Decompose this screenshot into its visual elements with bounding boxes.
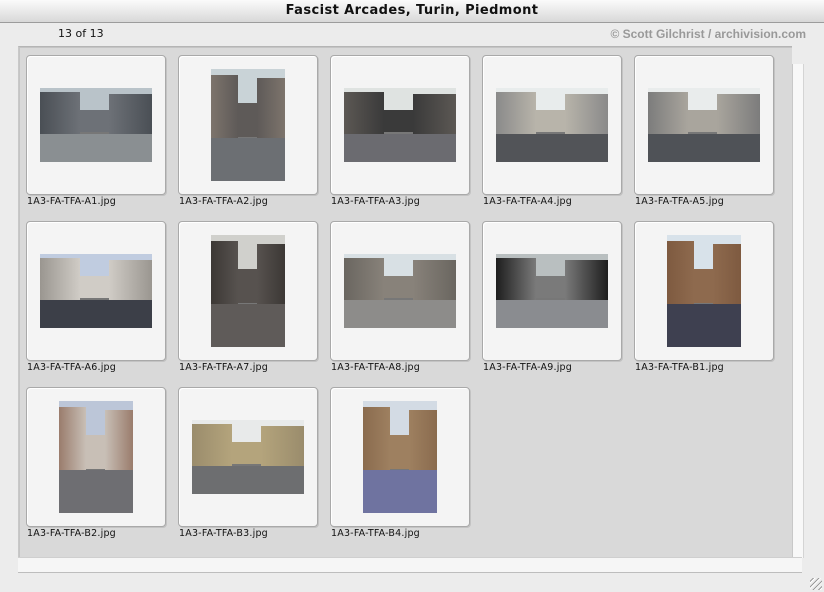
resize-grip-icon[interactable] xyxy=(810,578,822,590)
thumbnail-image[interactable] xyxy=(344,254,456,328)
thumbnail-filename: 1A3-FA-TFA-A7.jpg xyxy=(179,362,269,373)
thumbnail-image[interactable] xyxy=(496,254,608,328)
thumbnail-item[interactable]: 1A3-FA-TFA-A9.jpg xyxy=(482,221,622,385)
window-title: Fascist Arcades, Turin, Piedmont xyxy=(0,0,824,23)
thumbnail-image[interactable] xyxy=(344,88,456,162)
thumbnail-filename: 1A3-FA-TFA-A9.jpg xyxy=(483,362,573,373)
slide-mount[interactable] xyxy=(482,221,622,361)
thumbnail-filename: 1A3-FA-TFA-A8.jpg xyxy=(331,362,421,373)
horizontal-scrollbar[interactable] xyxy=(18,557,802,573)
thumbnail-image[interactable] xyxy=(59,401,133,513)
thumbnail-item[interactable]: 1A3-FA-TFA-A1.jpg xyxy=(26,55,166,219)
thumbnail-item[interactable]: 1A3-FA-TFA-B3.jpg xyxy=(178,387,318,551)
slide-mount[interactable] xyxy=(330,55,470,195)
image-counter: 13 of 13 xyxy=(58,27,104,40)
thumbnail-filename: 1A3-FA-TFA-A2.jpg xyxy=(179,196,269,207)
slide-mount[interactable] xyxy=(330,221,470,361)
thumbnail-filename: 1A3-FA-TFA-A5.jpg xyxy=(635,196,725,207)
slide-mount[interactable] xyxy=(26,387,166,527)
thumbnail-image[interactable] xyxy=(363,401,437,513)
thumbnail-item[interactable]: 1A3-FA-TFA-B1.jpg xyxy=(634,221,774,385)
thumbnail-image[interactable] xyxy=(648,88,760,162)
vertical-scrollbar[interactable] xyxy=(792,64,804,558)
copyright-notice: © Scott Gilchrist / archivision.com xyxy=(610,27,806,41)
thumbnail-filename: 1A3-FA-TFA-A3.jpg xyxy=(331,196,421,207)
thumbnail-image[interactable] xyxy=(496,88,608,162)
thumbnail-item[interactable]: 1A3-FA-TFA-A8.jpg xyxy=(330,221,470,385)
thumbnail-image[interactable] xyxy=(40,254,152,328)
thumbnail-item[interactable]: 1A3-FA-TFA-A7.jpg xyxy=(178,221,318,385)
thumbnail-image[interactable] xyxy=(40,88,152,162)
thumbnail-filename: 1A3-FA-TFA-A4.jpg xyxy=(483,196,573,207)
thumbnail-item[interactable]: 1A3-FA-TFA-B2.jpg xyxy=(26,387,166,551)
slide-mount[interactable] xyxy=(26,221,166,361)
thumbnail-filename: 1A3-FA-TFA-B4.jpg xyxy=(331,528,420,539)
thumbnail-item[interactable]: 1A3-FA-TFA-B4.jpg xyxy=(330,387,470,551)
thumbnail-image[interactable] xyxy=(211,69,285,181)
slide-mount[interactable] xyxy=(634,221,774,361)
thumbnail-item[interactable]: 1A3-FA-TFA-A6.jpg xyxy=(26,221,166,385)
slide-mount[interactable] xyxy=(178,55,318,195)
slide-mount[interactable] xyxy=(330,387,470,527)
slide-mount[interactable] xyxy=(178,221,318,361)
slide-mount[interactable] xyxy=(482,55,622,195)
slide-mount[interactable] xyxy=(26,55,166,195)
slide-mount[interactable] xyxy=(178,387,318,527)
thumbnail-item[interactable]: 1A3-FA-TFA-A5.jpg xyxy=(634,55,774,219)
thumbnail-filename: 1A3-FA-TFA-B3.jpg xyxy=(179,528,268,539)
thumbnail-filename: 1A3-FA-TFA-B1.jpg xyxy=(635,362,724,373)
thumbnail-filename: 1A3-FA-TFA-A6.jpg xyxy=(27,362,117,373)
slide-mount[interactable] xyxy=(634,55,774,195)
thumbnail-filename: 1A3-FA-TFA-A1.jpg xyxy=(27,196,117,207)
thumbnail-image[interactable] xyxy=(667,235,741,347)
thumbnail-image[interactable] xyxy=(192,420,304,494)
thumbnail-item[interactable]: 1A3-FA-TFA-A2.jpg xyxy=(178,55,318,219)
thumbnail-item[interactable]: 1A3-FA-TFA-A3.jpg xyxy=(330,55,470,219)
thumbnail-grid: 1A3-FA-TFA-A1.jpg 1A3-FA-TFA-A2.jpg 1A3-FA… xyxy=(18,46,792,557)
thumbnail-item[interactable]: 1A3-FA-TFA-A4.jpg xyxy=(482,55,622,219)
thumbnail-image[interactable] xyxy=(211,235,285,347)
thumbnail-filename: 1A3-FA-TFA-B2.jpg xyxy=(27,528,116,539)
